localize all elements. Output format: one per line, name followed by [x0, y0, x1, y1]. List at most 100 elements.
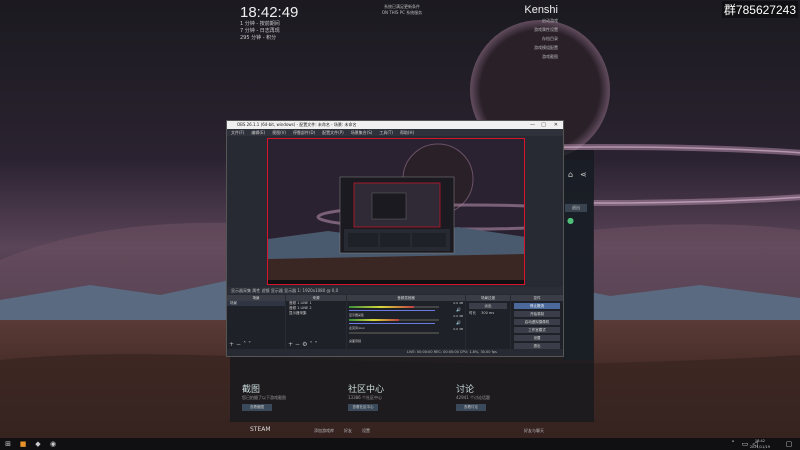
- scene-item[interactable]: 场景: [227, 301, 285, 306]
- channel-name: 桌面音频: [349, 339, 362, 343]
- status-dot-icon: ●: [567, 216, 574, 225]
- clock-line: 295 分钟 - 积分: [240, 35, 277, 41]
- mixer-channel: 桌面音频 0.0 dB: [347, 327, 465, 343]
- duration-label: 时长: [469, 311, 476, 315]
- volume-slider[interactable]: [349, 323, 435, 324]
- steam-library-sections: 截图 您已拍摄了以下游戏截图 查看截图 社区中心 13386 个社区中心 查看社…: [238, 360, 558, 420]
- home-icon[interactable]: ⌂: [568, 170, 573, 179]
- steam-bottom-bar: STEAM 添加游戏库 好友 设置 好友与聊天: [238, 424, 558, 438]
- section-subtitle: 42941 个讨论话题: [456, 395, 490, 400]
- desktop-clock-widget: 18:42:49 1 分钟 - 按前期间 7 分钟 - 日志再现 295 分钟 …: [240, 4, 298, 42]
- section-title: 截图: [242, 385, 261, 395]
- taskbar-clock[interactable]: 18:42 2021/11/19: [750, 438, 770, 450]
- view-discussions-button[interactable]: 查看讨论: [456, 404, 486, 411]
- screenshots-section: 截图 您已拍摄了以下游戏截图 查看截图: [242, 382, 342, 411]
- dock-header: 场景过渡: [466, 295, 510, 301]
- menu-edit[interactable]: 编辑(E): [251, 129, 265, 136]
- community-section: 社区中心 13386 个社区中心 查看社区中心: [348, 382, 448, 411]
- menu-profile[interactable]: 配置文件(P): [322, 129, 344, 136]
- remove-icon[interactable]: −: [236, 341, 243, 348]
- game-title: Kenshi: [524, 4, 558, 16]
- notification-icon[interactable]: ▢: [784, 439, 794, 449]
- chevron-down-icon[interactable]: ˅: [314, 341, 319, 348]
- mixer-channel: 显示器采集 0.0 dB 🔊: [347, 301, 465, 317]
- virtual-camera-button[interactable]: 启动虚拟摄像机: [514, 319, 560, 325]
- launcher-link[interactable]: 存档目录: [524, 34, 558, 43]
- menu-scene-collection[interactable]: 场景集合(S): [351, 129, 373, 136]
- launcher-link[interactable]: 游戏模组配置: [524, 43, 558, 52]
- remove-icon[interactable]: −: [295, 341, 302, 348]
- start-icon[interactable]: ⊞: [3, 439, 13, 449]
- volume-slider[interactable]: [349, 310, 435, 311]
- maximize-icon[interactable]: □: [541, 121, 546, 129]
- stop-streaming-button[interactable]: 停止推流: [514, 303, 560, 309]
- menu-help[interactable]: 帮助(H): [400, 129, 414, 136]
- clock-line: 7 分钟 - 日志再现: [240, 28, 280, 34]
- view-screenshots-button[interactable]: 查看截图: [242, 404, 272, 411]
- steam-tab[interactable]: 设置: [362, 428, 370, 434]
- close-icon[interactable]: ✕: [554, 121, 558, 129]
- launcher-link[interactable]: 游戏截图: [524, 52, 558, 61]
- dock-header: 控件: [511, 295, 563, 301]
- add-icon[interactable]: +: [229, 341, 236, 348]
- audio-mixer-dock: 音频混音器 显示器采集 0.0 dB 🔊 麦克风/Aux 0.0 dB 🔊 桌面…: [347, 295, 465, 349]
- minimize-icon[interactable]: —: [530, 121, 535, 129]
- menu-file[interactable]: 文件(F): [231, 129, 244, 136]
- volume-meter: [349, 319, 439, 321]
- steam-logo: STEAM: [250, 426, 271, 433]
- source-item[interactable]: 显示器采集: [286, 311, 346, 316]
- friends-chat-button[interactable]: 好友与聊天: [524, 428, 544, 434]
- section-subtitle: 您已拍摄了以下游戏截图: [242, 395, 286, 400]
- scenes-dock: 场景 场景 +−˄˅: [227, 295, 285, 349]
- obs-taskbar-icon[interactable]: ◉: [48, 439, 58, 449]
- obs-window: OBS 26.1.1 (64-bit, windows) - 配置文件: 未命名…: [226, 120, 564, 357]
- share-icon[interactable]: ⋖: [580, 170, 587, 179]
- discussions-section: 讨论 42941 个讨论话题 查看讨论: [456, 382, 556, 411]
- source-tools: +−⚙˄˅: [288, 341, 319, 348]
- obs-titlebar: OBS 26.1.1 (64-bit, windows) - 配置文件: 未命名…: [227, 121, 563, 129]
- taskbar-date: 2021/11/19: [749, 445, 770, 449]
- section-subtitle: 13386 个社区中心: [348, 395, 382, 400]
- app-icon[interactable]: ■: [18, 439, 28, 449]
- view-community-button[interactable]: 查看社区中心: [348, 404, 378, 411]
- controls-dock: 控件 停止推流 开始录制 启动虚拟摄像机 工作室模式 设置 退出: [511, 295, 563, 349]
- chevron-down-icon[interactable]: ˅: [248, 341, 253, 348]
- obs-docks: 场景 场景 +−˄˅ 来源 音频 1 LINE 1 音频 1 LINE 2 显示…: [227, 295, 563, 349]
- game-launcher-widget: Kenshi 启动游戏 游戏属性设置 存档目录 游戏模组配置 游戏截图: [524, 4, 558, 61]
- clock-time: 18:42:49: [240, 4, 299, 21]
- window-title: OBS 26.1.1 (64-bit, windows) - 配置文件: 未命名…: [237, 122, 357, 127]
- clock-line: 1 分钟 - 按前期间: [240, 21, 280, 27]
- volume-meter: [349, 332, 439, 334]
- section-title: 社区中心: [348, 385, 385, 395]
- add-icon[interactable]: +: [288, 341, 295, 348]
- exit-button[interactable]: 退出: [565, 204, 587, 212]
- app-icon[interactable]: ◆: [33, 439, 43, 449]
- transition-select[interactable]: 淡出: [469, 303, 507, 309]
- transitions-dock: 场景过渡 淡出 时长 300 ms: [466, 295, 510, 349]
- duration-input[interactable]: 300 ms: [481, 311, 494, 315]
- settings-button[interactable]: 设置: [514, 335, 560, 341]
- obs-preview[interactable]: [267, 138, 525, 285]
- obs-statusbar: LIVE: 00:00:00 REC: 00:00:00 CPU: 1.8%, …: [407, 350, 497, 354]
- steam-tab[interactable]: 添加游戏库: [314, 428, 334, 434]
- network-icon[interactable]: ▭: [740, 439, 750, 449]
- desktop-center-note: 系统已满足更新条件 ON THIS PC 系统服务: [372, 4, 432, 16]
- launcher-link[interactable]: 启动游戏: [524, 16, 558, 25]
- exit-button[interactable]: 退出: [514, 343, 560, 349]
- start-recording-button[interactable]: 开始录制: [514, 311, 560, 317]
- tray-chevron-icon[interactable]: ˄: [728, 439, 738, 449]
- launcher-link[interactable]: 游戏属性设置: [524, 25, 558, 34]
- section-title: 讨论: [456, 385, 475, 395]
- steam-tab[interactable]: 好友: [344, 428, 352, 434]
- duration-row: 时长 300 ms: [466, 311, 510, 316]
- menu-docks[interactable]: 停靠部件(D): [293, 129, 315, 136]
- menu-view[interactable]: 视图(V): [272, 129, 286, 136]
- studio-mode-button[interactable]: 工作室模式: [514, 327, 560, 333]
- channel-db: 0.0 dB: [453, 314, 463, 318]
- speaker-icon[interactable]: 🔊: [456, 320, 461, 325]
- menu-tools[interactable]: 工具(T): [379, 129, 393, 136]
- source-toolbar[interactable]: 显示器采集 属性 滤镜 显示器 显示器 1: 1920x1080 @ 0,0: [227, 287, 563, 294]
- qq-group-overlay: 群785627243: [721, 1, 798, 18]
- mixer-channel: 麦克风/Aux 0.0 dB 🔊: [347, 314, 465, 330]
- speaker-icon[interactable]: 🔊: [456, 307, 461, 312]
